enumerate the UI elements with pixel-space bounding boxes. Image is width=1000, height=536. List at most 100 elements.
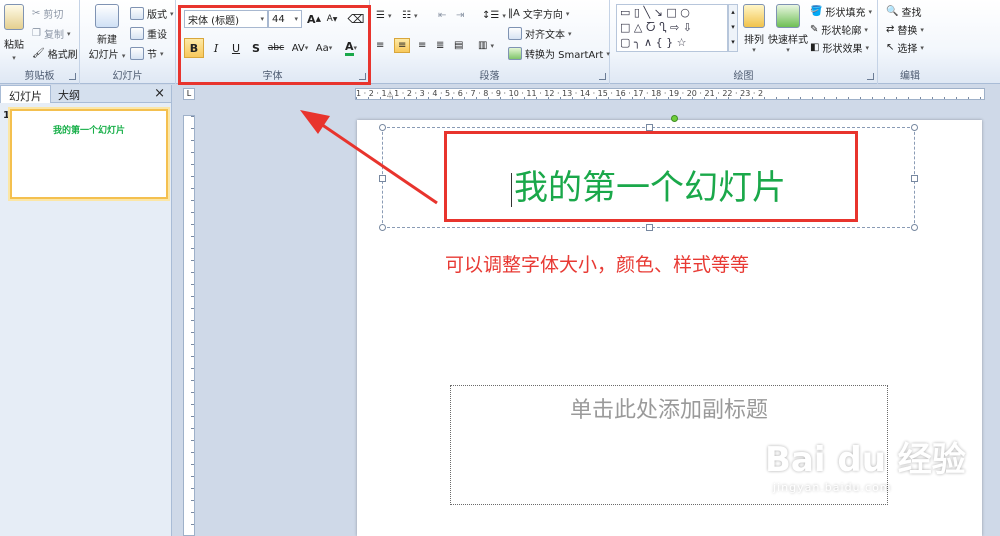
drawing-group: ▭ ▯ ╲ ↘ □ ○ □ △ Ⴀ Ⴂ ⇨ ⇩ ▢ ╮ ∧ { } ☆ ▴ ▾ ▾ …	[610, 0, 878, 84]
quick-styles-icon	[776, 4, 800, 28]
line-spacing-button[interactable]: ↕☰ ▾	[482, 10, 506, 21]
shapes-gallery[interactable]: ▭ ▯ ╲ ↘ □ ○ □ △ Ⴀ Ⴂ ⇨ ⇩ ▢ ╮ ∧ { } ☆	[616, 4, 728, 52]
columns-icon: ▥	[478, 40, 488, 51]
slide-thumbnail[interactable]: 我的第一个幻灯片	[10, 109, 168, 199]
rotate-handle[interactable]	[671, 115, 678, 122]
resize-handle-top[interactable]	[646, 124, 653, 131]
align-left-icon: ≡	[376, 40, 385, 51]
align-right-button[interactable]: ≡	[418, 40, 426, 51]
pencil-icon: ✎	[810, 24, 819, 35]
tab-outline[interactable]: 大纲	[50, 85, 88, 103]
outdent-icon: ⇤	[438, 10, 447, 21]
horizontal-ruler[interactable]: 1 · 2 · 1 · 1 · 2 · 3 · 4 · 5 · 6 · 7 · …	[355, 88, 985, 100]
right-arrow-shape-icon: ⇨	[669, 21, 680, 34]
paragraph-launcher[interactable]	[599, 73, 606, 80]
find-button[interactable]: 🔍 查找	[886, 4, 921, 19]
shape-effects-button[interactable]: ◧ 形状效果 ▾	[810, 40, 869, 55]
slide-number: 1	[3, 110, 10, 121]
section-icon	[130, 47, 144, 60]
resize-handle-br[interactable]	[911, 224, 918, 231]
bullets-button[interactable]: ☰ ▾	[376, 10, 391, 21]
connector-shape-icon: Ⴀ	[645, 21, 656, 34]
align-center-button[interactable]: ≡	[394, 38, 411, 53]
indent-marker[interactable]: ⏃	[386, 89, 394, 100]
oval-shape-icon: ○	[680, 6, 690, 19]
convert-smartart-button[interactable]: 转换为 SmartArt ▾	[508, 46, 610, 61]
rect-shape-icon: □	[620, 21, 631, 34]
resize-handle-tl[interactable]	[379, 124, 386, 131]
editing-group: 🔍 查找 ⇄ 替换 ▾ ↖ 选择 ▾ 编辑	[878, 0, 942, 84]
rounded-shape-icon: ▢	[620, 36, 631, 49]
paragraph-group-label: 段落	[479, 71, 500, 82]
vertical-ruler[interactable]	[183, 115, 195, 536]
align-text-button[interactable]: 对齐文本 ▾	[508, 26, 572, 41]
triangle-shape-icon: △	[633, 21, 643, 34]
layout-button[interactable]: 版式 ▾	[130, 6, 174, 21]
ribbon: 粘贴 ▾ ✂ 剪切 ❐ 复制 ▾ 🖌 格式刷 剪贴板 新建 幻灯片 ▾ 版式 ▾ 重设 节…	[0, 0, 1000, 84]
clipboard-group-label: 剪贴板	[24, 71, 55, 82]
vertical-textbox-shape-icon: ▯	[633, 6, 640, 19]
new-slide-icon	[95, 4, 119, 28]
paint-bucket-icon: 🪣	[810, 6, 823, 17]
cursor-arrow-icon: ↖	[886, 42, 895, 53]
thumbnail-title: 我的第一个幻灯片	[52, 126, 125, 136]
reset-button[interactable]: 重设	[130, 26, 167, 41]
smartart-icon	[508, 47, 522, 60]
increase-indent-button[interactable]: ⇥	[456, 10, 464, 21]
paste-button[interactable]: 粘贴 ▾	[2, 4, 26, 62]
format-painter-button[interactable]: 🖌 格式刷	[32, 46, 78, 61]
align-left-button[interactable]: ≡	[376, 40, 384, 51]
slides-group: 新建 幻灯片 ▾ 版式 ▾ 重设 节 ▾ 幻灯片	[80, 0, 176, 84]
justify-button[interactable]: ≣	[436, 40, 444, 51]
line-shape-icon: ╲	[643, 6, 651, 19]
text-direction-button[interactable]: ‖A 文字方向 ▾	[508, 6, 569, 21]
justify-icon: ≣	[436, 40, 445, 51]
reset-icon	[130, 27, 144, 40]
font-group-highlight-box	[178, 5, 371, 85]
scissors-icon: ✂	[32, 8, 41, 19]
bullet-list-icon: ☰	[376, 10, 385, 21]
resize-handle-tr[interactable]	[911, 124, 918, 131]
shape-fill-button[interactable]: 🪣 形状填充 ▾	[810, 4, 872, 19]
distributed-button[interactable]: ▤	[454, 40, 463, 51]
brace-right-shape-icon: }	[666, 36, 674, 49]
slides-group-label: 幻灯片	[112, 71, 143, 82]
drawing-launcher[interactable]	[867, 73, 874, 80]
replace-button[interactable]: ⇄ 替换 ▾	[886, 22, 924, 37]
resize-handle-bottom[interactable]	[646, 224, 653, 231]
effects-icon: ◧	[810, 42, 820, 53]
layout-icon	[130, 7, 144, 20]
new-slide-button[interactable]: 新建 幻灯片 ▾	[86, 4, 128, 61]
panel-tabs: 幻灯片 大纲 ×	[0, 85, 171, 103]
arrow-line-shape-icon: ↘	[653, 6, 663, 19]
paragraph-group: ☰ ▾ ☷ ▾ ⇤ ⇥ ↕☰ ▾ ‖A 文字方向 ▾ ≡ ≡ ≡ ≣ ▤ ▥ ▾ 对齐文本 ▾…	[370, 0, 610, 84]
select-button[interactable]: ↖ 选择 ▾	[886, 40, 924, 55]
elbow-shape-icon: Ⴂ	[659, 21, 667, 34]
brush-icon: 🖌	[32, 48, 45, 59]
quick-styles-button[interactable]: 快速样式 ▾	[768, 4, 808, 54]
down-arrow-shape-icon: ⇩	[682, 21, 692, 34]
star-shape-icon: ☆	[676, 36, 687, 49]
align-center-icon: ≡	[398, 40, 407, 51]
cut-button[interactable]: ✂ 剪切	[32, 6, 63, 21]
section-button[interactable]: 节 ▾	[130, 46, 164, 61]
close-icon[interactable]: ×	[154, 86, 165, 101]
columns-button[interactable]: ▥ ▾	[478, 40, 494, 51]
copy-button[interactable]: ❐ 复制 ▾	[32, 26, 70, 41]
text-direction-icon: ‖A	[508, 8, 520, 19]
numbered-list-icon: ☷	[402, 10, 411, 21]
tab-slides[interactable]: 幻灯片	[0, 85, 51, 103]
paste-icon	[4, 4, 24, 30]
tab-selector[interactable]: L	[183, 88, 195, 100]
annotation-text: 可以调整字体大小，颜色、样式等等	[445, 254, 750, 276]
resize-handle-bl[interactable]	[379, 224, 386, 231]
decrease-indent-button[interactable]: ⇤	[438, 10, 446, 21]
arrange-icon	[743, 4, 765, 28]
numbering-button[interactable]: ☷ ▾	[402, 10, 417, 21]
clipboard-launcher[interactable]	[69, 73, 76, 80]
shape-outline-button[interactable]: ✎ 形状轮廓 ▾	[810, 22, 868, 37]
align-right-icon: ≡	[418, 40, 427, 51]
freeform-shape-icon: ∧	[644, 36, 653, 49]
subtitle-prompt: 单击此处添加副标题	[569, 398, 768, 423]
clipboard-group: 粘贴 ▾ ✂ 剪切 ❐ 复制 ▾ 🖌 格式刷 剪贴板	[0, 0, 80, 84]
